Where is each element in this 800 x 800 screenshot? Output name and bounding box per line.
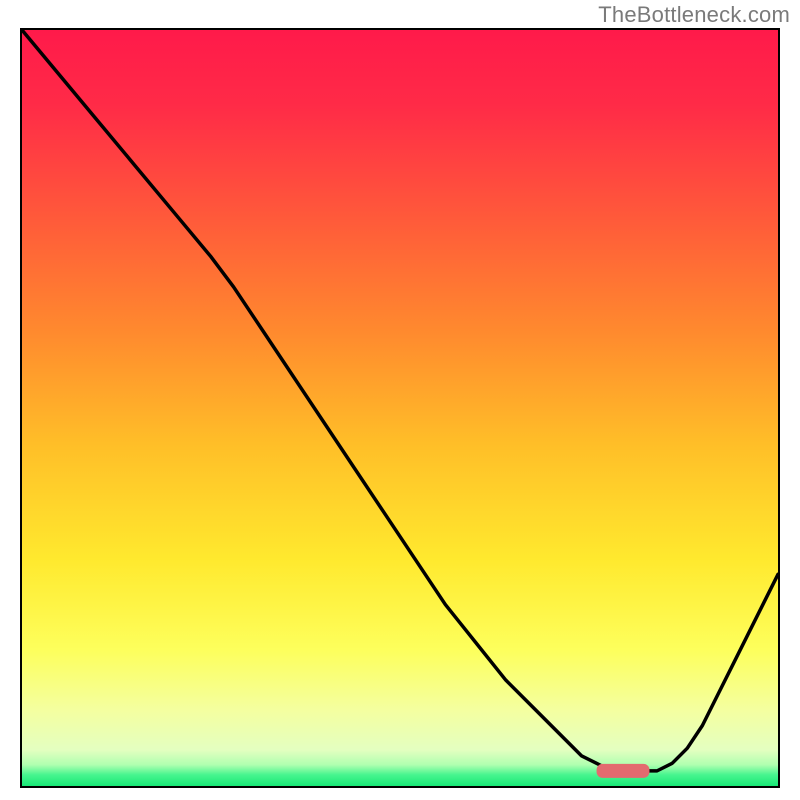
gradient-background xyxy=(22,30,778,786)
watermark-text: TheBottleneck.com xyxy=(598,2,790,28)
optimal-marker xyxy=(597,764,650,778)
chart-svg xyxy=(22,30,778,786)
plot-area xyxy=(20,28,780,788)
chart-stage: TheBottleneck.com xyxy=(0,0,800,800)
